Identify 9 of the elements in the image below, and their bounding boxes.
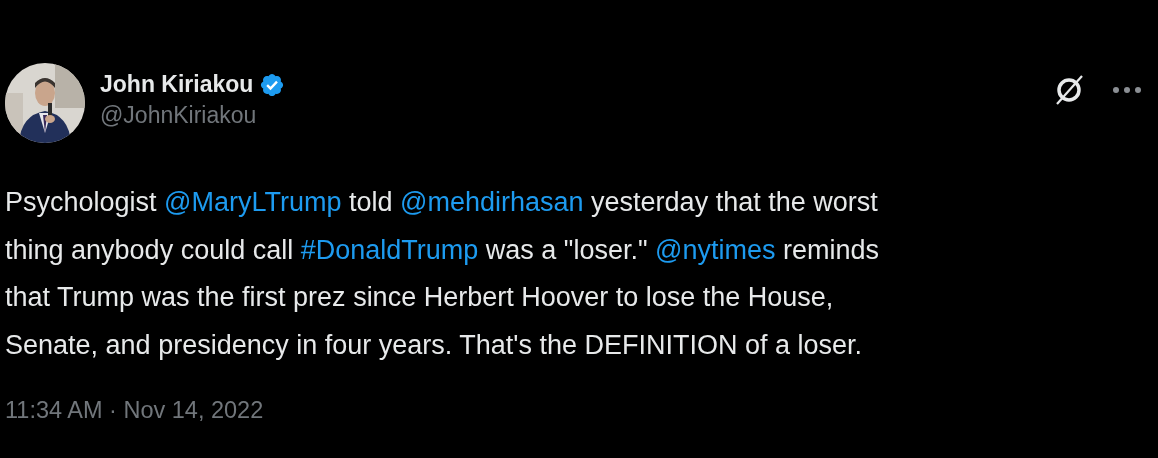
- more-options-icon[interactable]: [1112, 86, 1142, 94]
- mention-link[interactable]: @MaryLTrump: [164, 187, 342, 217]
- author-handle[interactable]: @JohnKiriakou: [100, 102, 286, 129]
- mention-link[interactable]: @nytimes: [655, 234, 776, 265]
- author-name[interactable]: John Kiriakou: [100, 71, 254, 98]
- timestamp[interactable]: 11:34 AM · Nov 14, 2022: [5, 397, 264, 424]
- hashtag-link[interactable]: #DonaldTrump: [300, 234, 479, 265]
- tweet-text: Psychologist @MaryLTrump told @mehdirhasan yesterday that the worst thing anybody could call #DonaldTrump was a "loser." @nytimes reminds that Trump was the first prez since Herbert Hoover to lose the House, Senate, and presidency in four years. That's the DEFINITION of a loser.: [5, 186, 880, 362]
- mention-link[interactable]: @mehdirhasan: [400, 187, 584, 217]
